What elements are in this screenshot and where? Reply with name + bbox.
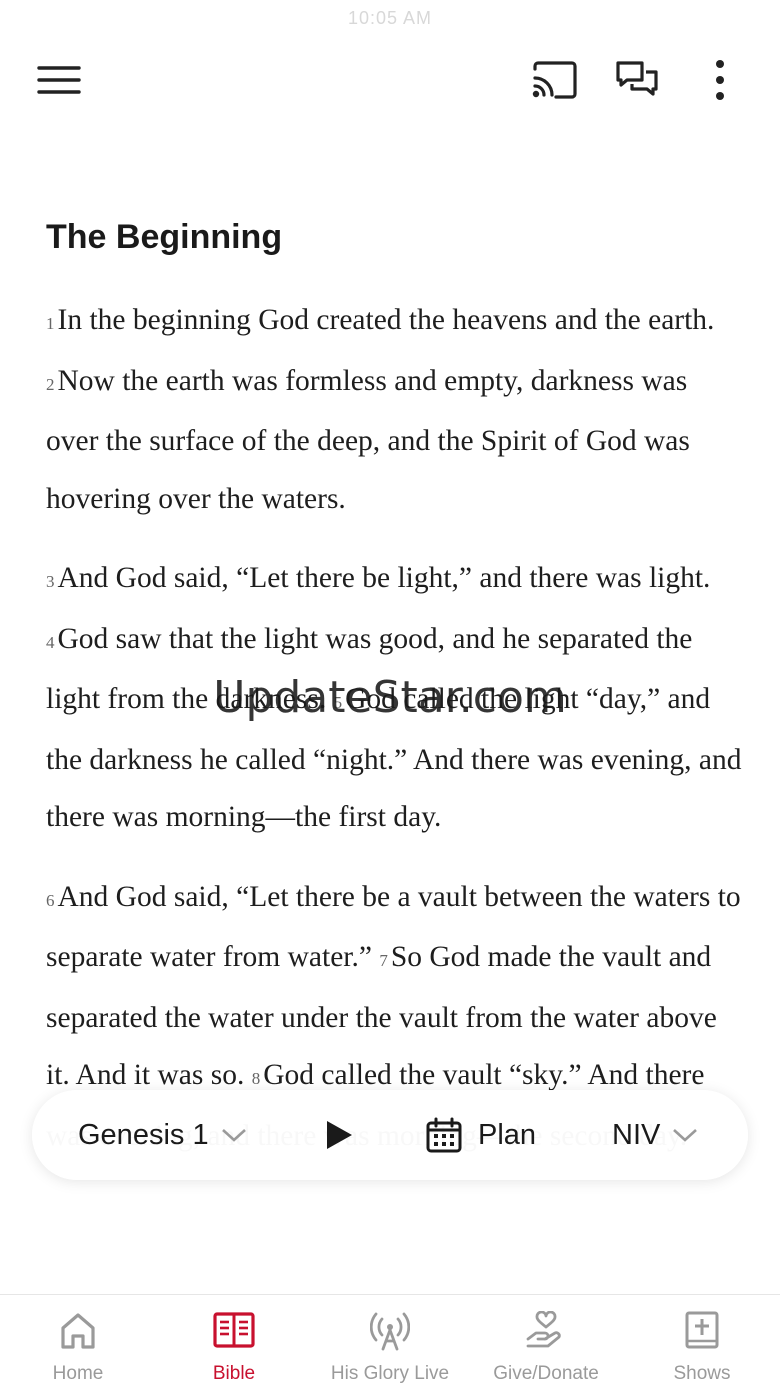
home-icon (61, 1313, 95, 1349)
watermark: UpdateStar.com (213, 672, 567, 723)
tab-bible[interactable]: Bible (156, 1295, 312, 1388)
tab-label: Shows (673, 1363, 731, 1384)
passage-text[interactable]: 1 In the beginning God created the heaven… (46, 292, 746, 1187)
chevron-down-icon (221, 1129, 246, 1142)
tab-label: His Glory Live (330, 1363, 450, 1384)
chevron-down-icon (673, 1129, 698, 1142)
reader-controls-bar: Genesis 1 Plan NIV (32, 1090, 748, 1180)
tab-shows[interactable]: Shows (624, 1295, 780, 1388)
verse-number: 3 (46, 572, 55, 591)
cast-icon[interactable] (525, 50, 585, 110)
tab-give-donate[interactable]: Give/Donate (468, 1295, 624, 1388)
tab-label: Bible (212, 1363, 256, 1384)
verse-number: 1 (46, 314, 55, 333)
book-chapter-selector[interactable]: Genesis 1 (78, 1090, 247, 1180)
top-app-bar (0, 50, 780, 110)
play-audio-button[interactable] (324, 1090, 354, 1180)
verse-number: 4 (46, 632, 55, 652)
verse-number: 8 (251, 1069, 261, 1088)
version-label: NIV (612, 1118, 661, 1151)
more-vertical-icon[interactable] (690, 50, 750, 110)
bottom-tab-bar: Home Bible His Glory Live Give/Donate Sh… (0, 1294, 780, 1388)
tab-label: Home (52, 1363, 104, 1384)
verse-text: And God said, “Let there be light,” and … (57, 562, 711, 594)
section-heading: The Beginning (46, 218, 283, 256)
verse-text: Now the earth was formless and empty, da… (46, 364, 690, 515)
shows-book-plus-icon (685, 1311, 719, 1349)
broadcast-antenna-icon (370, 1312, 410, 1351)
verse-number: 6 (46, 890, 55, 910)
plan-button[interactable]: Plan (426, 1090, 536, 1180)
tab-label: Give/Donate (493, 1363, 599, 1384)
book-chapter-label: Genesis 1 (78, 1118, 209, 1151)
chat-bubbles-icon[interactable] (607, 50, 667, 110)
hand-heart-icon (526, 1311, 561, 1348)
tab-his-glory-live[interactable]: His Glory Live (312, 1295, 468, 1388)
passage-paragraph: 1 In the beginning God created the heaven… (46, 292, 746, 528)
hamburger-menu-icon[interactable] (29, 50, 89, 110)
version-selector[interactable]: NIV (612, 1090, 698, 1180)
plan-label: Plan (478, 1118, 537, 1151)
play-icon (327, 1121, 352, 1149)
verse-number: 7 (379, 951, 388, 970)
verse-number: 2 (46, 374, 55, 394)
verse-text: In the beginning God created the heavens… (57, 304, 715, 336)
bible-book-icon (213, 1312, 255, 1348)
calendar-icon (426, 1117, 462, 1153)
tab-home[interactable]: Home (0, 1295, 156, 1388)
